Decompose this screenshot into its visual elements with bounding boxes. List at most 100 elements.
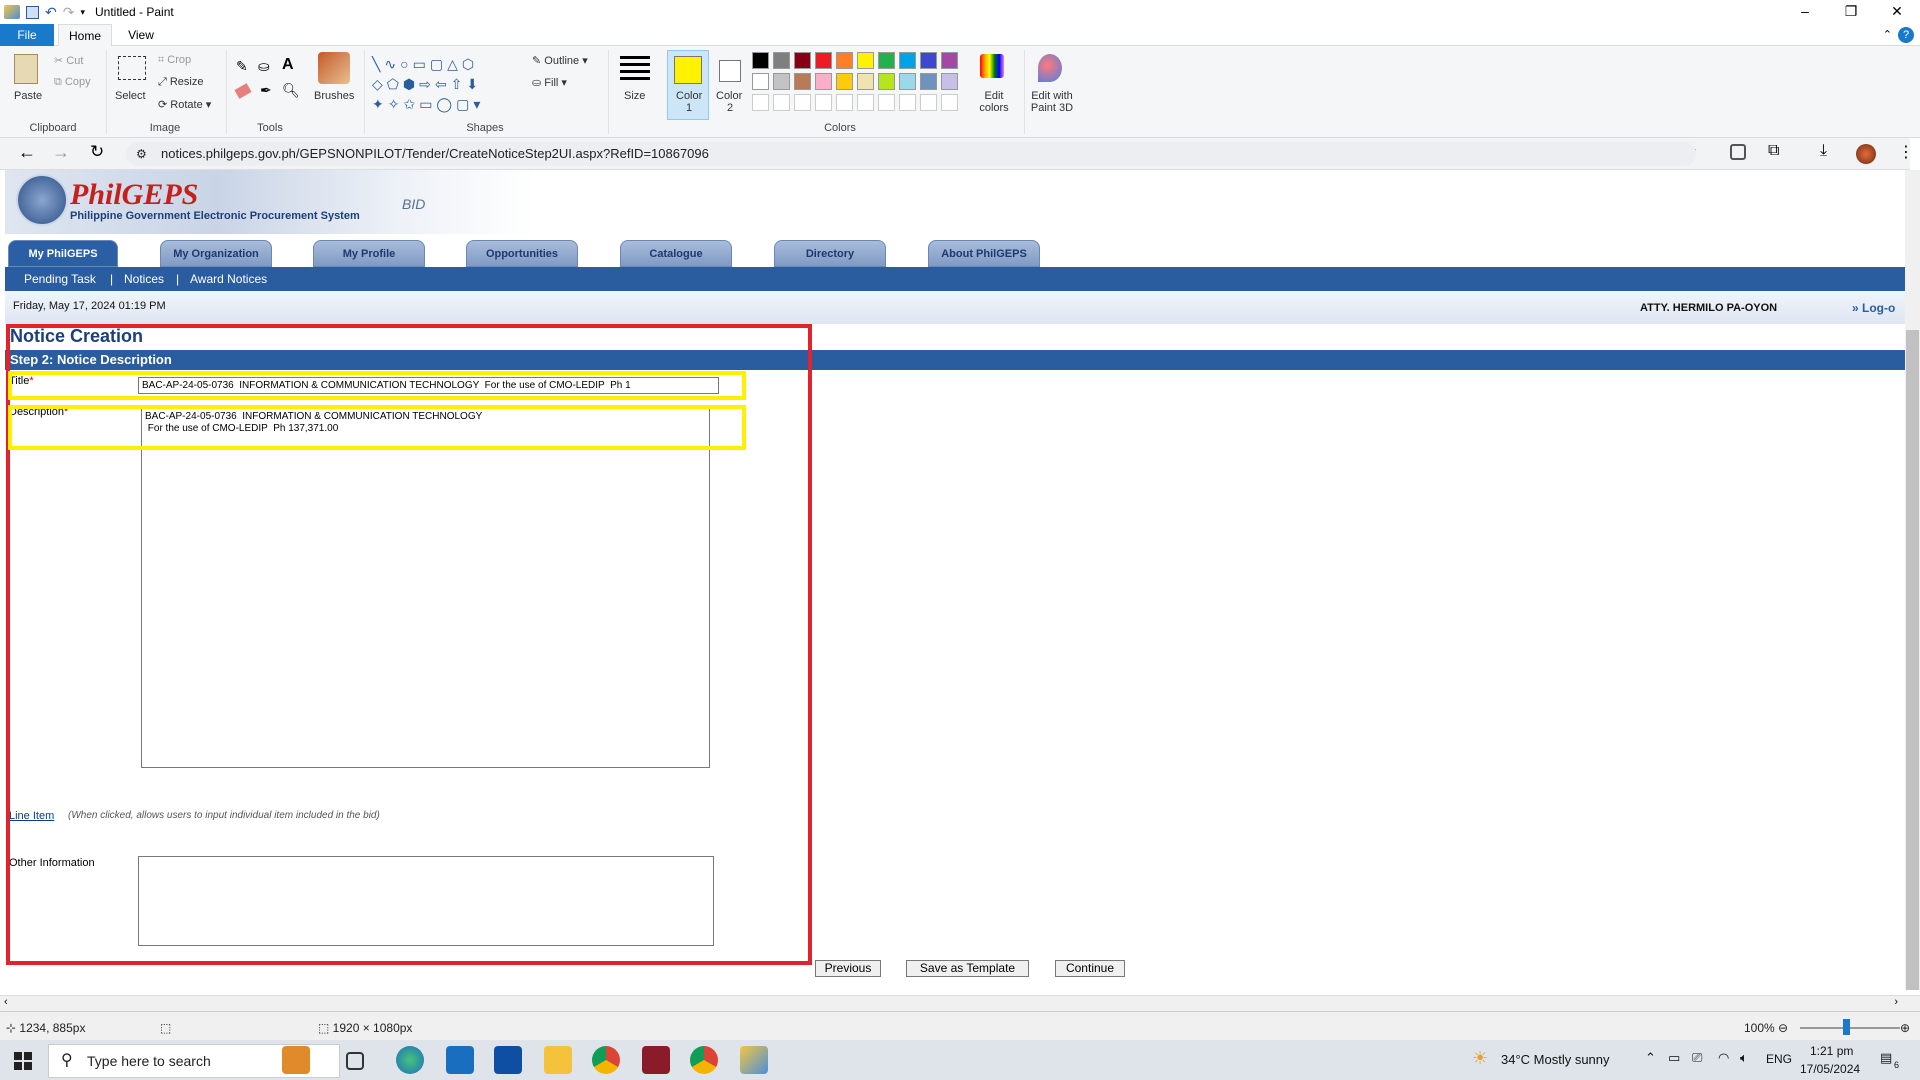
clock-time[interactable]: 1:21 pm	[1810, 1044, 1853, 1058]
customize-qa-icon[interactable]: ▾	[80, 7, 85, 18]
help-icon[interactable]: ?	[1898, 27, 1914, 43]
paste-button[interactable]: Paste	[14, 90, 42, 102]
start-button[interactable]	[14, 1052, 32, 1070]
continue-button[interactable]: Continue	[1055, 960, 1125, 977]
nav-tab-opportunities[interactable]: Opportunities	[466, 240, 578, 267]
nav-tab-about[interactable]: About PhilGEPS	[928, 240, 1040, 267]
palette-swatch[interactable]	[752, 52, 769, 69]
tab-file[interactable]: File	[0, 24, 54, 46]
pencil-icon[interactable]: ✎	[236, 58, 248, 75]
select-icon[interactable]	[118, 56, 146, 80]
cut-button[interactable]: ✂ Cut	[54, 54, 83, 67]
zoom-in-icon[interactable]: ⊕	[1900, 1021, 1910, 1035]
palette-swatch[interactable]	[752, 73, 769, 90]
custom-color-slot[interactable]	[815, 94, 832, 111]
clock-date[interactable]: 17/05/2024	[1800, 1062, 1860, 1076]
toolbox-icon[interactable]	[282, 1046, 310, 1074]
text-icon[interactable]: A	[282, 56, 294, 74]
puzzle-icon[interactable]: ⧉	[1768, 142, 1779, 160]
language-indicator[interactable]: ENG	[1766, 1052, 1792, 1066]
custom-color-slot[interactable]	[836, 94, 853, 111]
paint3d-icon[interactable]	[1038, 54, 1062, 82]
collapse-ribbon-icon[interactable]: ⌃	[1883, 28, 1892, 41]
custom-color-slot[interactable]	[878, 94, 895, 111]
chrome-icon[interactable]	[592, 1046, 620, 1074]
pdf-app-icon[interactable]	[642, 1046, 670, 1074]
zoom-slider[interactable]	[1800, 1027, 1900, 1029]
save-as-template-button[interactable]: Save as Template	[906, 960, 1029, 977]
nav-tab-catalogue[interactable]: Catalogue	[620, 240, 732, 267]
edit-paint3d-button[interactable]: Edit with Paint 3D	[1026, 90, 1078, 114]
menu-icon[interactable]: ⋮	[1898, 142, 1914, 162]
custom-color-slot[interactable]	[941, 94, 958, 111]
palette-swatch[interactable]	[857, 73, 874, 90]
fill-button[interactable]: ⛀ Fill ▾	[532, 76, 567, 89]
chrome-active-icon[interactable]	[690, 1046, 718, 1074]
tab-view[interactable]: View	[116, 24, 166, 46]
palette-swatch[interactable]	[815, 52, 832, 69]
edit-colors-button[interactable]: Edit colors	[974, 90, 1014, 114]
forward-icon[interactable]: →	[52, 142, 70, 163]
fill-bucket-icon[interactable]: ⛀	[258, 58, 270, 75]
nav-tab-my-profile[interactable]: My Profile	[313, 240, 425, 267]
previous-button[interactable]: Previous	[815, 960, 881, 977]
file-explorer-icon[interactable]	[544, 1046, 572, 1074]
custom-color-slot[interactable]	[752, 94, 769, 111]
vertical-scroll-thumb[interactable]	[1906, 330, 1919, 990]
palette-swatch[interactable]	[878, 73, 895, 90]
magnifier-icon[interactable]: 🔍︎	[282, 82, 300, 99]
subnav-award-notices[interactable]: Award Notices	[190, 272, 267, 286]
edge-icon[interactable]	[396, 1046, 424, 1074]
back-icon[interactable]: ←	[18, 142, 36, 163]
palette-swatch[interactable]	[794, 52, 811, 69]
minimize-button[interactable]: –	[1782, 0, 1828, 22]
custom-color-slot[interactable]	[857, 94, 874, 111]
mail-icon[interactable]	[446, 1046, 474, 1074]
size-icon[interactable]	[620, 56, 650, 80]
crop-button[interactable]: ⌗ Crop	[158, 54, 191, 67]
palette-swatch[interactable]	[878, 52, 895, 69]
app-icon[interactable]	[494, 1046, 522, 1074]
eraser-icon[interactable]	[234, 83, 252, 99]
reload-icon[interactable]: ↻	[90, 142, 104, 162]
custom-color-slot[interactable]	[773, 94, 790, 111]
redo-icon[interactable]: ↷	[63, 4, 75, 21]
nav-tab-my-organization[interactable]: My Organization	[160, 240, 272, 267]
horizontal-scrollbar[interactable]: ‹ ›	[0, 995, 1920, 1011]
palette-swatch[interactable]	[836, 73, 853, 90]
palette-swatch[interactable]	[773, 73, 790, 90]
weather-text[interactable]: 34°C Mostly sunny	[1501, 1052, 1610, 1067]
display-icon[interactable]: ⎚	[1692, 1050, 1702, 1066]
save-icon[interactable]	[26, 5, 39, 19]
palette-swatch[interactable]	[815, 73, 832, 90]
wifi-icon[interactable]: ◠	[1718, 1050, 1729, 1066]
restore-button[interactable]: ❐	[1828, 0, 1874, 22]
volume-icon[interactable]: 🔈︎	[1740, 1050, 1748, 1066]
brushes-button[interactable]: Brushes	[314, 90, 354, 102]
color-picker-icon[interactable]: ✒	[260, 82, 272, 99]
select-button[interactable]: Select	[115, 90, 146, 102]
site-info-icon[interactable]: ⚙	[136, 142, 147, 166]
shapes-gallery[interactable]: ╲∿○▭▢△⬡ ◇⬠⬢⇨⇦⇧⬇ ✦✧✩▭◯▢▾	[372, 54, 522, 114]
rotate-button[interactable]: ⟳ Rotate ▾	[158, 98, 211, 111]
color2-swatch[interactable]	[719, 60, 741, 82]
address-bar[interactable]: ⚙ notices.philgeps.gov.ph/GEPSNONPILOT/Te…	[126, 142, 1696, 166]
task-view-icon[interactable]	[346, 1052, 364, 1070]
edit-colors-icon[interactable]	[980, 54, 1004, 78]
logout-link[interactable]: » Log-o	[1852, 301, 1895, 315]
show-hidden-icons[interactable]: ⌃	[1645, 1050, 1656, 1066]
outline-button[interactable]: ✎ Outline ▾	[532, 54, 588, 67]
extension-icon[interactable]	[1730, 144, 1746, 160]
palette-swatch[interactable]	[773, 52, 790, 69]
nav-tab-directory[interactable]: Directory	[774, 240, 886, 267]
palette-swatch[interactable]	[899, 73, 916, 90]
palette-swatch[interactable]	[836, 52, 853, 69]
tab-home[interactable]: Home	[58, 24, 112, 46]
custom-color-slot[interactable]	[794, 94, 811, 111]
scroll-right-icon[interactable]: ›	[1894, 996, 1898, 1008]
undo-icon[interactable]: ↶	[45, 4, 57, 21]
close-button[interactable]: ✕	[1874, 0, 1920, 22]
palette-swatch[interactable]	[794, 73, 811, 90]
scroll-left-icon[interactable]: ‹	[4, 996, 8, 1008]
palette-swatch[interactable]	[899, 52, 916, 69]
